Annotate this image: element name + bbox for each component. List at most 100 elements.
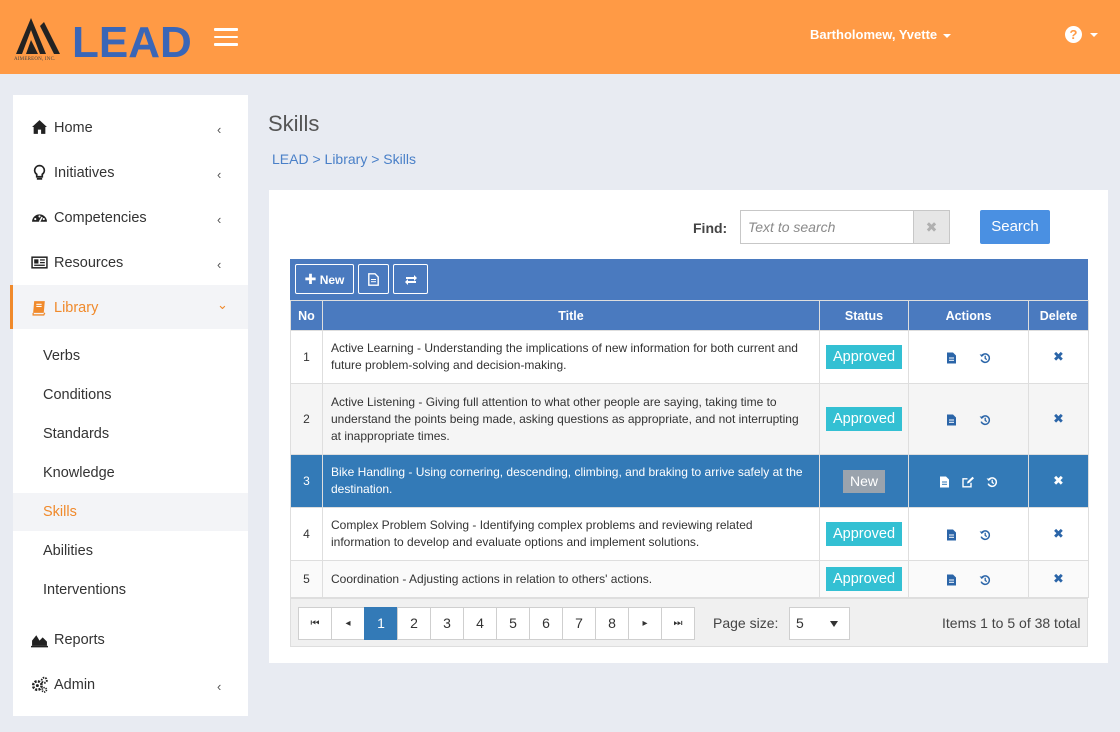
sidebar-item-admin[interactable]: Admin ‹ <box>13 662 248 706</box>
view-file-icon[interactable] <box>946 529 957 541</box>
row-status-cell: Approved <box>819 330 909 384</box>
column-header-actions: Actions <box>908 300 1029 331</box>
sidebar-item-label: Library <box>54 300 99 316</box>
search-input[interactable] <box>740 210 914 244</box>
refresh-button[interactable] <box>393 264 428 294</box>
row-number: 2 <box>290 383 323 455</box>
table-row[interactable]: 2 Active Listening - Giving full attenti… <box>290 383 1089 455</box>
row-actions <box>908 560 1029 598</box>
first-page-button[interactable]: ⏮ <box>298 607 332 640</box>
page-button-2[interactable]: 2 <box>397 607 431 640</box>
breadcrumb-text[interactable]: LEAD > Library > Skills <box>272 151 416 167</box>
history-icon[interactable] <box>979 529 991 541</box>
prev-page-button[interactable]: ◂ <box>331 607 365 640</box>
home-icon <box>32 120 47 134</box>
page-button-3[interactable]: 3 <box>430 607 464 640</box>
table-row[interactable]: 1 Active Learning - Understanding the im… <box>290 330 1089 384</box>
page-button-5[interactable]: 5 <box>496 607 530 640</box>
history-icon[interactable] <box>979 414 991 426</box>
edit-icon[interactable] <box>961 476 975 488</box>
page-button-1[interactable]: 1 <box>364 607 398 640</box>
sidebar-item-resources[interactable]: Resources ‹ <box>13 240 248 284</box>
sidebar-subitem-label: Interventions <box>43 582 127 598</box>
column-header-status[interactable]: Status <box>819 300 909 331</box>
delete-icon[interactable]: ✖ <box>1053 571 1064 586</box>
table-row[interactable]: 4 Complex Problem Solving - Identifying … <box>290 507 1089 561</box>
page-button-7[interactable]: 7 <box>562 607 596 640</box>
column-header-no[interactable]: No <box>290 300 323 331</box>
row-number: 4 <box>290 507 323 561</box>
row-title[interactable]: Active Learning - Understanding the impl… <box>322 330 820 384</box>
delete-icon[interactable]: ✖ <box>1053 526 1064 541</box>
export-button[interactable] <box>358 264 389 294</box>
delete-icon[interactable]: ✖ <box>1053 349 1064 364</box>
sidebar-subitem-interventions[interactable]: Interventions <box>13 571 248 609</box>
row-title[interactable]: Active Listening - Giving full attention… <box>322 383 820 455</box>
status-badge: Approved <box>825 407 903 431</box>
retweet-icon <box>404 274 417 285</box>
sidebar-item-initiatives[interactable]: Initiatives ‹ <box>13 150 248 194</box>
hamburger-menu-icon[interactable] <box>214 28 238 46</box>
sidebar-subitem-label: Abilities <box>43 543 93 559</box>
grid-toolbar: ✚ New <box>290 259 1088 300</box>
book-icon <box>32 301 46 316</box>
sidebar-subitem-knowledge[interactable]: Knowledge <box>13 454 248 492</box>
sidebar-subitem-verbs[interactable]: Verbs <box>13 337 248 375</box>
sidebar-item-competencies[interactable]: Competencies ‹ <box>13 195 248 239</box>
table-row[interactable]: 5 Coordination - Adjusting actions in re… <box>290 560 1089 598</box>
find-label: Find: <box>693 220 728 236</box>
row-actions <box>908 383 1029 455</box>
next-page-button[interactable]: ▸ <box>628 607 662 640</box>
sidebar-item-label: Reports <box>54 632 105 648</box>
sidebar-item-library[interactable]: Library ⌄ <box>10 285 248 329</box>
page-button-6[interactable]: 6 <box>529 607 563 640</box>
delete-icon[interactable]: ✖ <box>1053 473 1064 488</box>
pagination-bar: ⏮ ◂ 1 2 3 4 5 6 7 8 ▸ ⏭ Page size: 5 Ite… <box>290 598 1088 647</box>
history-icon[interactable] <box>979 574 991 586</box>
chevron-down-icon: ⌄ <box>217 297 228 312</box>
sidebar-subitem-conditions[interactable]: Conditions <box>13 376 248 414</box>
help-menu[interactable]: ? <box>1065 26 1098 44</box>
logo-wordmark: LEAD <box>72 18 192 66</box>
new-button-label: New <box>319 273 345 287</box>
row-number: 1 <box>290 330 323 384</box>
row-number: 5 <box>290 560 323 598</box>
user-menu[interactable]: Bartholomew, Yvette <box>810 27 952 42</box>
row-title[interactable]: Bike Handling - Using cornering, descend… <box>322 454 820 508</box>
sidebar-item-reports[interactable]: Reports <box>13 617 248 661</box>
row-actions <box>908 507 1029 561</box>
caret-down-icon <box>1090 32 1098 37</box>
view-file-icon[interactable] <box>946 352 957 364</box>
status-badge: Approved <box>825 567 903 591</box>
sidebar-subitem-standards[interactable]: Standards <box>13 415 248 453</box>
skills-table: No Title Status Actions Delete 1 Active … <box>290 300 1089 598</box>
caret-down-icon <box>943 33 952 38</box>
view-file-icon[interactable] <box>946 414 957 426</box>
page-button-4[interactable]: 4 <box>463 607 497 640</box>
chevron-left-icon: ‹ <box>217 679 222 694</box>
page-size-select[interactable]: 5 <box>789 607 850 640</box>
row-title[interactable]: Coordination - Adjusting actions in rela… <box>322 560 820 598</box>
delete-icon[interactable]: ✖ <box>1053 411 1064 426</box>
row-delete-cell: ✖ <box>1028 454 1089 508</box>
sidebar-subitem-skills[interactable]: Skills <box>13 493 248 531</box>
view-file-icon[interactable] <box>939 476 950 488</box>
chevron-left-icon: ‹ <box>217 167 222 182</box>
clear-search-button[interactable]: ✖ <box>913 210 950 244</box>
search-button[interactable]: Search <box>980 210 1050 244</box>
status-badge: New <box>842 469 885 493</box>
page-button-8[interactable]: 8 <box>595 607 629 640</box>
history-icon[interactable] <box>986 476 998 488</box>
sidebar-item-home[interactable]: Home ‹ <box>13 105 248 149</box>
last-page-button[interactable]: ⏭ <box>661 607 695 640</box>
sidebar-subitem-abilities[interactable]: Abilities <box>13 532 248 570</box>
row-title[interactable]: Complex Problem Solving - Identifying co… <box>322 507 820 561</box>
breadcrumb[interactable]: LEAD > Library > Skills <box>272 151 416 167</box>
column-header-title[interactable]: Title <box>322 300 820 331</box>
table-row-selected[interactable]: 3 Bike Handling - Using cornering, desce… <box>290 454 1089 508</box>
view-file-icon[interactable] <box>946 574 957 586</box>
history-icon[interactable] <box>979 352 991 364</box>
sidebar-item-label: Competencies <box>54 210 147 226</box>
new-button[interactable]: ✚ New <box>295 264 354 294</box>
page-size-label: Page size: <box>713 615 779 631</box>
